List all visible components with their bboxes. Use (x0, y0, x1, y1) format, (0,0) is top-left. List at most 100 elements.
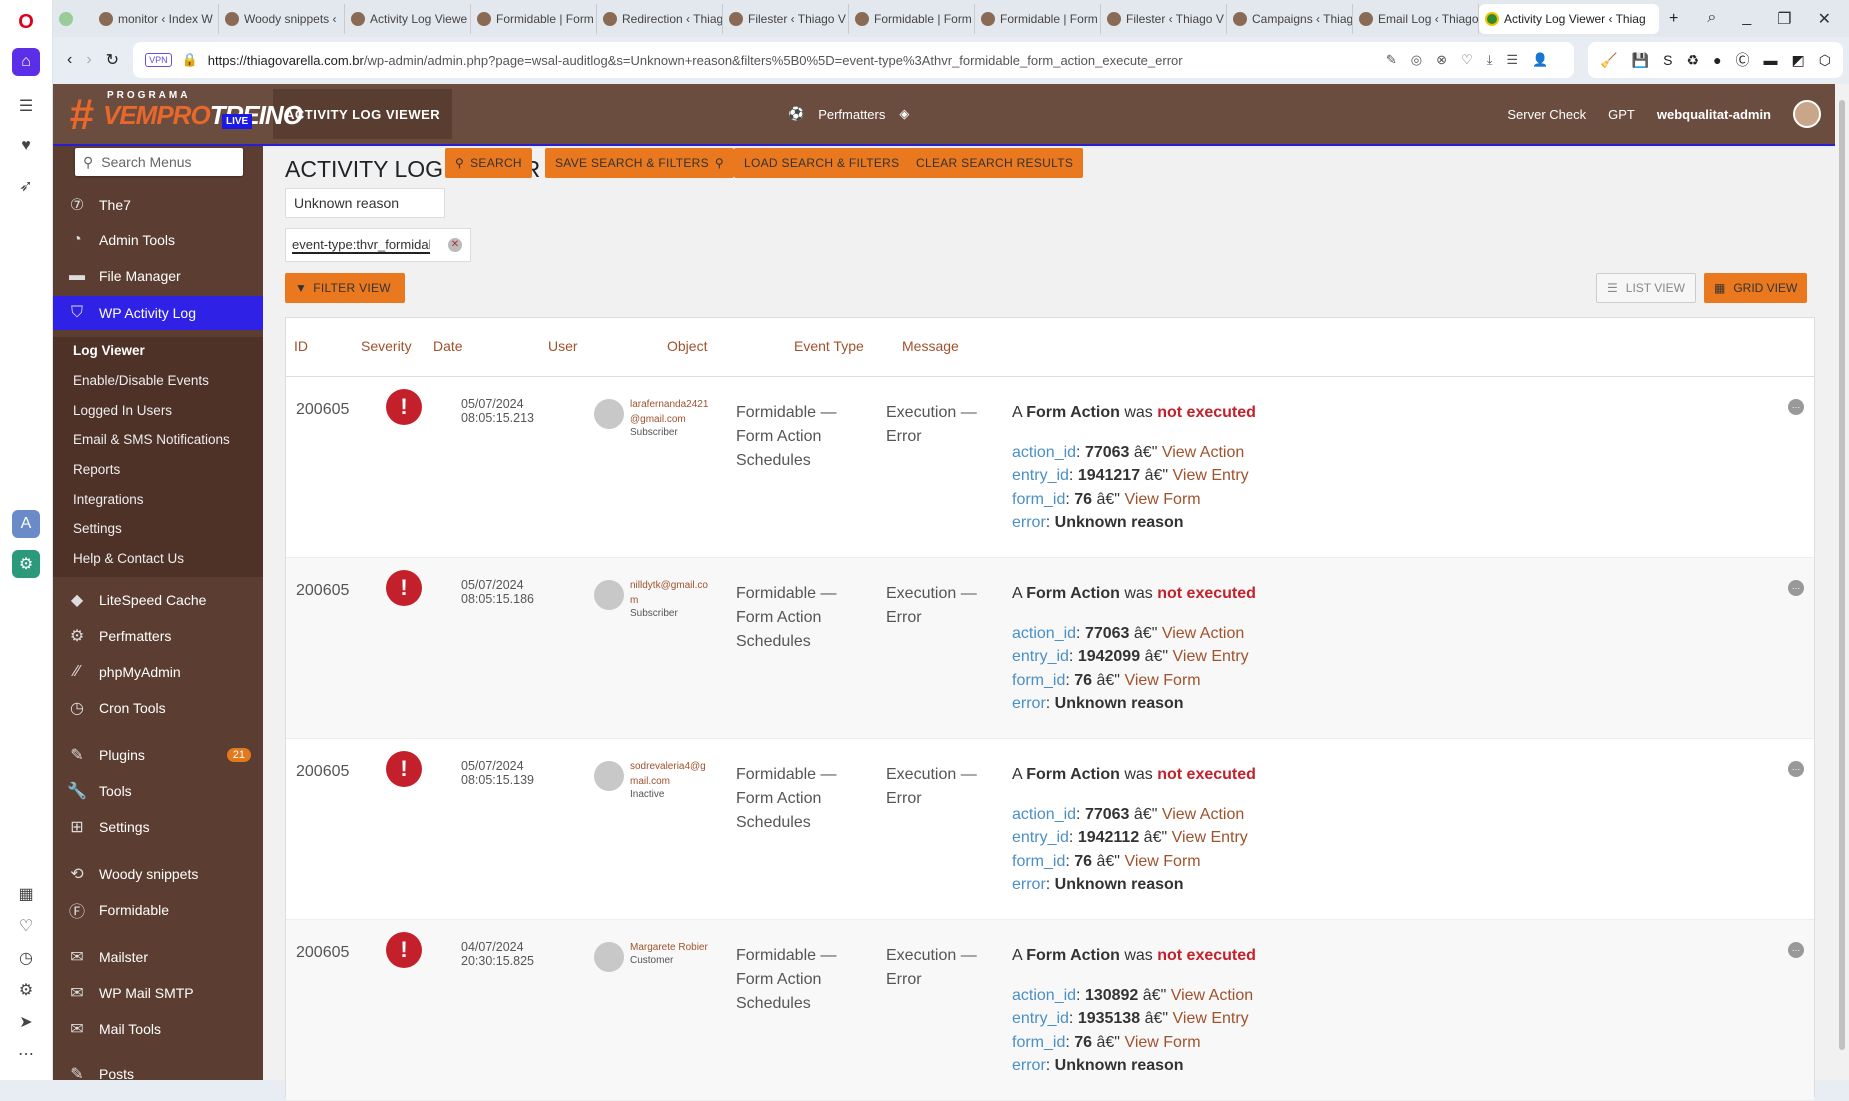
browser-tab[interactable]: Filester ‹ Thiago V (1101, 3, 1227, 34)
submenu-item[interactable]: Log Viewer (73, 343, 145, 358)
user-link[interactable]: sodrevaleria4@gmail.com (630, 759, 712, 789)
reload-button[interactable]: ↻ (106, 50, 119, 70)
clear-search-button[interactable]: CLEAR SEARCH RESULTS (906, 148, 1084, 178)
cube-extension-icon[interactable]: ⬡ (1819, 52, 1831, 69)
home-icon[interactable]: ⌂ (12, 48, 40, 76)
more-options-icon[interactable]: … (1788, 399, 1804, 415)
browser-tab[interactable]: Campaigns ‹ Thiag (1227, 3, 1353, 34)
avatar[interactable] (1793, 100, 1821, 128)
table-row[interactable]: 200605 ! 05/07/2024 08:05:15.213 larafern… (286, 377, 1814, 558)
browser-tab[interactable]: Redirection ‹ Thiag (597, 3, 723, 34)
table-row[interactable]: 200605 ! 04/07/2024 20:30:15.825 Margaret… (286, 920, 1814, 1101)
sidebar-item-wp-mail-smtp[interactable]: ✉ WP Mail SMTP (53, 976, 263, 1010)
list-icon[interactable]: ☰ (12, 92, 40, 120)
perfmatters-icon[interactable]: ⚽ (788, 106, 804, 122)
sidebar-item-tools[interactable]: 🔧 Tools (53, 774, 263, 808)
sidebar-item-settings[interactable]: ⊞ Settings (53, 810, 263, 844)
browser-tab[interactable]: Woody snippets ‹ (219, 3, 345, 34)
table-row[interactable]: 200605 ! 05/07/2024 08:05:15.139 sodreval… (286, 739, 1814, 920)
broom-extension-icon[interactable]: 🧹 (1600, 52, 1617, 69)
filter-view-button[interactable]: ▼ FILTER VIEW (285, 273, 405, 303)
url-input[interactable]: VPN 🔒 https://thiagovarella.com.br/wp-ad… (133, 42, 1575, 78)
sidebar-item-litespeed-cache[interactable]: ◆ LiteSpeed Cache (53, 583, 263, 617)
sidebar-item-perfmatters[interactable]: ⚙ Perfmatters (53, 619, 263, 653)
tab-active[interactable]: Activity Log Viewer ‹ Thiag (1479, 3, 1659, 34)
user-link[interactable]: Margarete Robier (630, 940, 712, 955)
minimize-button[interactable]: _ (1742, 9, 1751, 29)
settings-icon[interactable]: ⚙ (12, 976, 40, 1004)
column-header[interactable]: Message (902, 338, 959, 354)
browser-tab[interactable]: Activity Log Viewe (345, 3, 471, 34)
server-check-link[interactable]: Server Check (1507, 107, 1586, 122)
site-logo[interactable]: # PROGRAMA VEMPROTREINO LIVE (53, 84, 303, 144)
remove-filter-icon[interactable]: ✕ (448, 238, 462, 252)
submenu-item[interactable]: Email & SMS Notifications (73, 432, 230, 447)
search-menus-input[interactable]: ⚲ Search Menus (75, 148, 243, 176)
ext-icon[interactable]: ◩ (1792, 52, 1805, 69)
maximize-button[interactable]: ❐ (1777, 9, 1791, 29)
view-form-link[interactable]: View Form (1124, 491, 1200, 508)
sidebar-item-phpmyadmin[interactable]: ⁄⁄ phpMyAdmin (53, 655, 263, 689)
user-link[interactable]: larafernanda2421@gmail.com (630, 397, 712, 427)
sidebar-item-formidable[interactable]: Ⓕ Formidable (53, 893, 263, 927)
close-button[interactable]: ✕ (1818, 9, 1831, 29)
sidebar-item-posts[interactable]: ✎ Posts (53, 1057, 263, 1091)
submenu-item[interactable]: Integrations (73, 492, 144, 507)
view-entry-link[interactable]: View Entry (1173, 467, 1249, 484)
column-header[interactable]: Date (433, 338, 463, 354)
sidebar-item-wp-activity-log[interactable]: ⛉ WP Activity Log (53, 296, 263, 330)
heart-icon[interactable]: ♥ (12, 132, 40, 160)
address-actions-icons[interactable]: ✎◎⊗♡⤓☰👤 (1386, 52, 1562, 68)
browser-tab[interactable]: Formidable | Form (471, 3, 597, 34)
sidebar-item-the7[interactable]: ⑦ The7 (53, 188, 263, 222)
sidebar-item-woody-snippets[interactable]: ⟲ Woody snippets (53, 857, 263, 891)
view-action-link[interactable]: View Action (1162, 444, 1244, 461)
perfmatters-link[interactable]: Perfmatters (818, 107, 885, 122)
column-header[interactable]: Object (667, 338, 707, 354)
browser-tab[interactable]: monitor ‹ Index W (93, 3, 219, 34)
search-tabs-icon[interactable]: ⌕ (1707, 9, 1716, 29)
search-input[interactable]: Unknown reason (285, 188, 445, 218)
submenu-item[interactable]: Logged In Users (73, 403, 172, 418)
new-tab-button[interactable]: + (1669, 10, 1678, 28)
search-button[interactable]: ⚲ SEARCH (445, 148, 532, 178)
sidebar-item-plugins[interactable]: ✎ Plugins 21 (53, 738, 263, 772)
column-header[interactable]: ID (294, 338, 308, 354)
column-header[interactable]: Event Type (794, 338, 864, 354)
more-icon[interactable]: ⋯ (12, 1040, 40, 1068)
table-row[interactable]: 200605 ! 05/07/2024 08:05:15.186 nilldytk… (286, 558, 1814, 739)
scrollbar[interactable] (1835, 84, 1849, 1080)
view-form-link[interactable]: View Form (1124, 853, 1200, 870)
grid-view-button[interactable]: ▦ GRID VIEW (1704, 273, 1808, 303)
scrollbar-thumb[interactable] (1839, 100, 1845, 1050)
view-action-link[interactable]: View Action (1171, 987, 1253, 1004)
grid-icon[interactable]: ▦ (12, 880, 40, 908)
column-header[interactable]: User (548, 338, 578, 354)
new-extension-icon[interactable]: ▬ (1764, 52, 1778, 68)
save-extension-icon[interactable]: 💾 (1632, 52, 1649, 69)
submenu-item[interactable]: Settings (73, 521, 122, 536)
sidebar-item-cron-tools[interactable]: ◷ Cron Tools (53, 691, 263, 725)
opera-logo-icon[interactable]: O (12, 8, 40, 36)
column-header[interactable]: Severity (361, 338, 412, 354)
sidebar-item-mailster[interactable]: ✉ Mailster (53, 940, 263, 974)
extensions-bar[interactable]: 🧹 💾 S ♻ ● Ⓒ ▬ ◩ ⬡ (1588, 42, 1843, 78)
gpt-link[interactable]: GPT (1608, 107, 1635, 122)
vpn-badge[interactable]: VPN (145, 53, 172, 67)
browser-tab[interactable]: Filester ‹ Thiago V (723, 3, 849, 34)
forward-button[interactable]: › (86, 51, 91, 69)
view-entry-link[interactable]: View Entry (1172, 829, 1248, 846)
more-options-icon[interactable]: … (1788, 761, 1804, 777)
browser-tab[interactable]: Formidable | Form (849, 3, 975, 34)
c-extension-icon[interactable]: Ⓒ (1736, 50, 1750, 70)
sidebar-item-mail-tools[interactable]: ✉ Mail Tools (53, 1012, 263, 1046)
load-search-button[interactable]: LOAD SEARCH & FILTERS (734, 148, 910, 178)
back-button[interactable]: ‹ (67, 51, 72, 69)
chatgpt-icon[interactable]: ⚙ (12, 550, 40, 578)
user-menu[interactable]: webqualitat-admin (1657, 107, 1771, 122)
list-view-button[interactable]: ☰ LIST VIEW (1596, 273, 1696, 303)
recycle-extension-icon[interactable]: ♻ (1687, 52, 1700, 69)
sidebar-item-admin-tools[interactable]: ◔ Admin Tools (53, 223, 263, 257)
view-entry-link[interactable]: View Entry (1173, 1010, 1249, 1027)
filter-chip[interactable]: event-type:thvr_formidable_form_action_e… (285, 228, 471, 262)
